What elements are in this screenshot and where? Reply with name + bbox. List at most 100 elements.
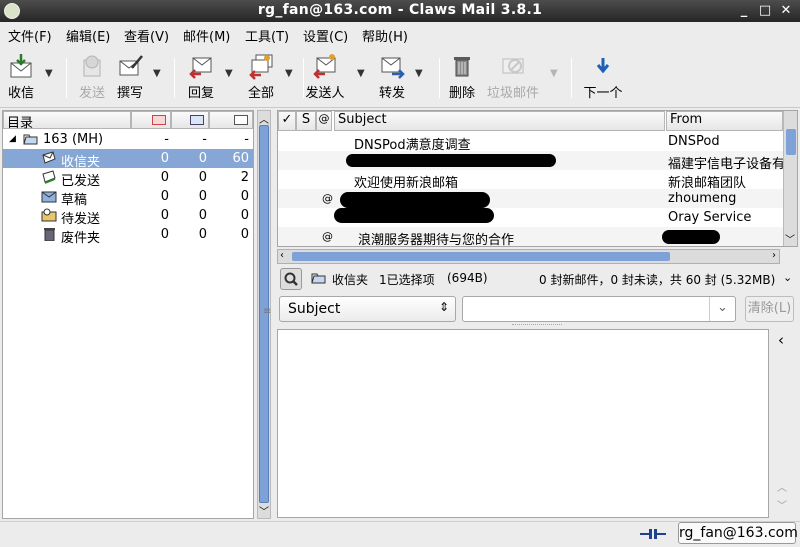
forward-dropdown-icon[interactable]: ▼ (415, 68, 423, 79)
close-icon[interactable]: ✕ (778, 3, 794, 19)
collapse-icon[interactable]: ◢ (9, 134, 16, 144)
receive-mail-icon (10, 54, 32, 78)
scroll-thumb[interactable] (786, 129, 796, 155)
folder-total-count: 0 (240, 189, 249, 204)
message-row[interactable]: @ zhoumeng (278, 189, 783, 208)
receive-button[interactable]: 收信 (4, 52, 38, 101)
folder-row-sent[interactable]: 已发送 0 0 2 (3, 168, 253, 189)
message-row[interactable]: DNSPod满意度调查 DNSPod (278, 132, 783, 153)
new-column-header[interactable] (131, 111, 171, 129)
menu-tools[interactable]: 工具(T) (245, 26, 289, 45)
junk-button[interactable]: 垃圾邮件 (484, 52, 542, 101)
reply-all-label: 全部 (247, 86, 274, 101)
compose-dropdown-icon[interactable]: ▼ (153, 68, 161, 79)
menu-edit[interactable]: 编辑(E) (66, 26, 110, 45)
folder-unread-count: - (202, 132, 207, 147)
send-button[interactable]: 发送 (76, 52, 108, 101)
search-toggle-button[interactable] (280, 268, 302, 290)
message-row[interactable]: Oray Service (278, 208, 783, 227)
search-field-select[interactable]: Subject ⇕ (279, 296, 456, 322)
toolbar: 收信 ▼ 发送 撰写 ▼ 回复 ▼ 全部 ▼ 发送人 ▼ 转发 ▼ 删除 垃圾邮… (0, 46, 800, 108)
unread-column-header[interactable] (171, 111, 209, 129)
forward-label: 转发 (378, 86, 405, 101)
search-input[interactable]: ⌄ (462, 296, 736, 322)
message-row[interactable]: 欢迎使用新浪邮箱 新浪邮箱团队 (278, 170, 783, 191)
toolbar-separator (439, 58, 440, 98)
chevron-down-icon[interactable]: ⌄ (783, 271, 792, 284)
maximize-icon[interactable]: □ (757, 3, 773, 19)
scroll-thumb[interactable] (292, 252, 670, 261)
pane-splitter-handle[interactable] (512, 324, 562, 327)
total-column-header[interactable] (209, 111, 253, 129)
junk-dropdown-icon[interactable]: ▼ (550, 68, 558, 79)
from-column-header[interactable]: From (666, 111, 783, 131)
message-list-hscrollbar[interactable]: ‹ › (277, 249, 780, 264)
message-list-scrollbar[interactable]: ﹀ (783, 111, 797, 246)
forward-button[interactable]: 转发 (376, 52, 408, 101)
mark-column-header[interactable]: ✓ (278, 111, 296, 131)
account-selector[interactable]: rg_fan@163.com (678, 522, 798, 544)
folder-column-header[interactable]: 目录 (3, 111, 131, 131)
delete-button[interactable]: 删除 (447, 52, 477, 101)
message-row[interactable]: @ 浪潮服务器期待与您的合作 (278, 227, 783, 246)
scroll-down-icon[interactable]: ﹀ (785, 231, 795, 246)
folder-info-bar: 收信夹 1已选择项 (694B) 0 封新邮件，0 封未读，共 60 封 (5.… (277, 268, 798, 290)
drafts-icon (41, 189, 57, 203)
folder-new-count: - (164, 132, 169, 147)
search-icon (284, 272, 298, 286)
menu-view[interactable]: 查看(V) (124, 26, 169, 45)
folder-unread-count: 0 (198, 170, 207, 185)
subject-column-header[interactable]: Subject (334, 111, 665, 131)
folder-row-drafts[interactable]: 草稿 0 0 0 (3, 187, 253, 208)
receive-label: 收信 (7, 86, 34, 101)
reply-button[interactable]: 回复 (186, 52, 216, 101)
scroll-down-icon[interactable]: ﹀ (777, 497, 787, 512)
folder-row-mailbox[interactable]: ◢ 163 (MH) - - - (3, 130, 253, 149)
folder-row-trash[interactable]: 废件夹 0 0 0 (3, 225, 253, 246)
reply-all-icon (249, 54, 273, 80)
folder-name: 163 (MH) (43, 132, 104, 147)
reply-sender-button[interactable]: 发送人 (305, 52, 345, 101)
minimize-icon[interactable]: _ (736, 3, 752, 19)
attachment-column-header[interactable]: @ (316, 111, 332, 131)
message-row[interactable]: 福建宇信电子设备有 (278, 151, 785, 172)
reply-sender-label: 发送人 (305, 86, 345, 101)
unread-mail-icon (190, 115, 204, 125)
folder-row-inbox[interactable]: 收信夹 0 0 60 (3, 149, 253, 170)
receive-dropdown-icon[interactable]: ▼ (45, 68, 53, 79)
title-bar: rg_fan@163.com - Claws Mail 3.8.1 _ □ ✕ (0, 0, 800, 22)
menu-message[interactable]: 邮件(M) (183, 26, 230, 45)
clear-button[interactable]: 清除(L) (745, 296, 794, 322)
delete-label: 删除 (448, 86, 475, 101)
scroll-left-icon[interactable]: ‹ (280, 250, 284, 261)
scroll-up-icon[interactable]: ︿ (777, 479, 787, 494)
folder-row-queue[interactable]: 待发送 0 0 0 (3, 206, 253, 227)
menu-configuration[interactable]: 设置(C) (303, 26, 348, 45)
send-mail-icon (83, 55, 101, 77)
reply-all-dropdown-icon[interactable]: ▼ (285, 68, 293, 79)
scroll-down-icon[interactable]: ﹀ (259, 503, 269, 518)
arrow-down-icon (596, 58, 610, 74)
next-button[interactable]: 下一个 (582, 52, 624, 101)
scroll-right-icon[interactable]: › (772, 250, 776, 261)
reply-dropdown-icon[interactable]: ▼ (225, 68, 233, 79)
reply-sender-dropdown-icon[interactable]: ▼ (357, 68, 365, 79)
menu-file[interactable]: 文件(F) (8, 26, 52, 45)
inbox-icon (41, 151, 57, 165)
attachment-icon: @ (322, 192, 333, 205)
reply-all-button[interactable]: 全部 (246, 52, 276, 101)
menu-help[interactable]: 帮助(H) (362, 26, 408, 45)
message-from: DNSPod (668, 134, 720, 149)
chevron-left-icon[interactable]: ‹ (778, 331, 784, 349)
folder-total-count: 0 (240, 227, 249, 242)
new-mail-icon (152, 115, 166, 125)
compose-button[interactable]: 撰写 (114, 52, 146, 101)
current-folder-name: 收信夹 (332, 273, 369, 287)
status-column-header[interactable]: S (296, 111, 316, 131)
scroll-up-icon[interactable]: ︿ (259, 111, 269, 126)
toolbar-separator (303, 58, 304, 98)
redacted-subject (340, 192, 490, 208)
chevron-down-icon[interactable]: ⌄ (709, 297, 735, 321)
online-plug-icon[interactable] (638, 527, 668, 541)
pane-splitter-handle[interactable]: ≡ (263, 306, 271, 317)
